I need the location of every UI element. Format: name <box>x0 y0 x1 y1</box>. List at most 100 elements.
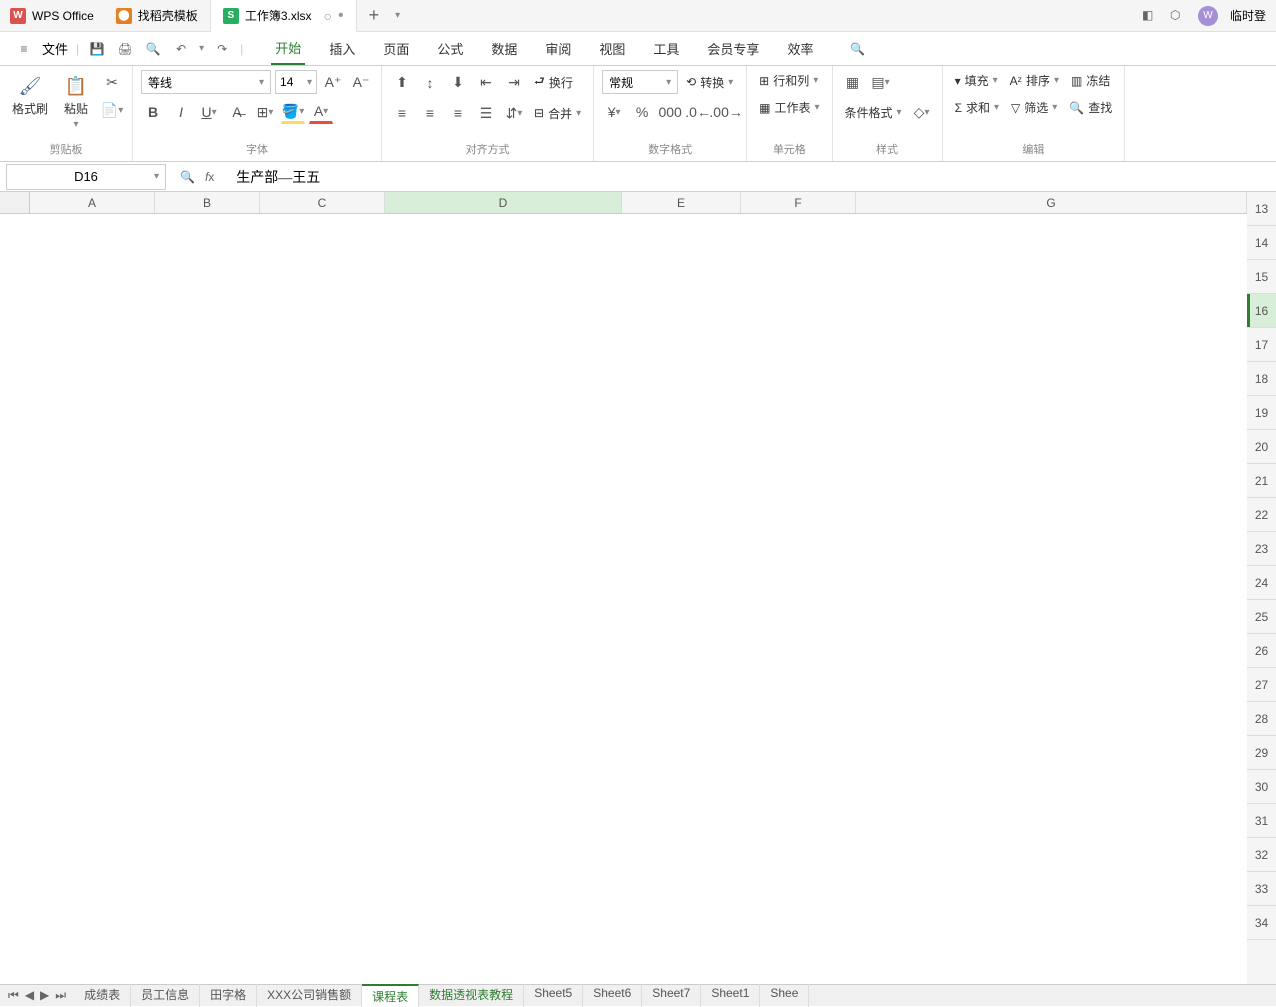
fill-button[interactable]: ▾ 填充▾ <box>951 70 1002 91</box>
menu-review[interactable]: 审阅 <box>541 33 575 64</box>
tab-menu-icon[interactable]: • <box>338 7 344 25</box>
sheet-tab[interactable]: 员工信息 <box>131 984 200 1007</box>
sheet-last-icon[interactable]: ⏭ <box>55 988 66 1003</box>
zoom-icon[interactable]: 🔍 <box>180 170 195 184</box>
merge-button[interactable]: ⊟ 合并▾ <box>530 103 585 124</box>
align-right-button[interactable]: ≡ <box>446 101 470 125</box>
col-header-B[interactable]: B <box>155 192 260 213</box>
worksheet-button[interactable]: ▦ 工作表▾ <box>755 97 823 118</box>
inc-decimal-button[interactable]: .0← <box>686 100 710 124</box>
sheet-tab[interactable]: 课程表 <box>362 984 419 1007</box>
panel-icon[interactable]: ◧ <box>1142 8 1158 24</box>
col-header-A[interactable]: A <box>30 192 155 213</box>
clear-format-button[interactable]: ◇▾ <box>910 100 934 124</box>
cell-style-button[interactable]: ▦ <box>841 70 865 94</box>
row-header-29[interactable]: 29 <box>1247 736 1276 770</box>
sheet-tab[interactable]: Sheet6 <box>583 984 642 1007</box>
undo-icon[interactable]: ↶ <box>171 39 191 59</box>
user-avatar[interactable]: W <box>1198 6 1218 26</box>
orientation-button[interactable]: ⇵▾ <box>502 101 526 125</box>
row-header-14[interactable]: 14 <box>1247 226 1276 260</box>
tab-close-icon[interactable]: ○ <box>324 8 332 24</box>
col-header-G[interactable]: G <box>856 192 1247 213</box>
select-all-corner[interactable] <box>0 192 30 214</box>
row-header-15[interactable]: 15 <box>1247 260 1276 294</box>
paste-button[interactable]: 📋 粘贴▾ <box>58 70 94 134</box>
menu-view[interactable]: 视图 <box>595 33 629 64</box>
row-header-16[interactable]: 16 <box>1247 294 1276 328</box>
fill-color-button[interactable]: 🪣▾ <box>281 100 305 124</box>
cube-icon[interactable]: ⬡ <box>1170 8 1186 24</box>
font-name-select[interactable]: 等线▾ <box>141 70 271 94</box>
menu-member[interactable]: 会员专享 <box>703 33 763 64</box>
menu-tools[interactable]: 工具 <box>649 33 683 64</box>
row-header-18[interactable]: 18 <box>1247 362 1276 396</box>
sheet-tab[interactable]: Sheet7 <box>642 984 701 1007</box>
menu-formula[interactable]: 公式 <box>433 33 467 64</box>
font-color-button[interactable]: A▾ <box>309 100 333 124</box>
row-header-26[interactable]: 26 <box>1247 634 1276 668</box>
col-header-D[interactable]: D <box>385 192 622 213</box>
cut-button[interactable]: ✂ <box>100 70 124 94</box>
font-size-select[interactable]: 14▾ <box>275 70 317 94</box>
justify-button[interactable]: ☰ <box>474 101 498 125</box>
menu-efficiency[interactable]: 效率 <box>783 33 817 64</box>
strike-button[interactable]: A̶ <box>225 100 249 124</box>
align-left-button[interactable]: ≡ <box>390 101 414 125</box>
sheet-next-icon[interactable]: ▶ <box>40 988 49 1003</box>
copy-button[interactable]: 📄▾ <box>100 98 124 122</box>
file-menu[interactable]: 文件 <box>42 39 68 58</box>
sheet-first-icon[interactable]: ⏮ <box>8 988 19 1003</box>
row-header-25[interactable]: 25 <box>1247 600 1276 634</box>
row-header-33[interactable]: 33 <box>1247 872 1276 906</box>
save-icon[interactable]: 💾 <box>87 39 107 59</box>
user-label[interactable]: 临时登 <box>1230 7 1266 24</box>
row-header-21[interactable]: 21 <box>1247 464 1276 498</box>
menu-insert[interactable]: 插入 <box>325 33 359 64</box>
table-style-button[interactable]: ▤▾ <box>869 70 893 94</box>
valign-top-button[interactable]: ⬆ <box>390 71 414 95</box>
increase-font-button[interactable]: A⁺ <box>321 70 345 94</box>
sheet-tab[interactable]: Shee <box>760 984 809 1007</box>
freeze-button[interactable]: ▥ 冻结 <box>1067 70 1114 91</box>
currency-button[interactable]: ¥▾ <box>602 100 626 124</box>
row-header-23[interactable]: 23 <box>1247 532 1276 566</box>
find-button[interactable]: 🔍 查找 <box>1065 97 1116 118</box>
sheet-tab[interactable]: 田字格 <box>200 984 257 1007</box>
cond-format-button[interactable]: 条件格式▾ <box>841 102 906 123</box>
hamburger-icon[interactable]: ≡ <box>14 39 34 59</box>
row-header-13[interactable]: 13 <box>1247 192 1276 226</box>
inc-indent-button[interactable]: ⇥ <box>502 71 526 95</box>
rowcol-button[interactable]: ⊞ 行和列▾ <box>755 70 823 91</box>
fx-icon[interactable]: fx <box>205 170 214 184</box>
row-header-28[interactable]: 28 <box>1247 702 1276 736</box>
menu-data[interactable]: 数据 <box>487 33 521 64</box>
name-box[interactable]: D16 ▾ <box>6 164 166 190</box>
underline-button[interactable]: U▾ <box>197 100 221 124</box>
sheet-tab[interactable]: 数据透视表教程 <box>419 984 524 1007</box>
row-header-17[interactable]: 17 <box>1247 328 1276 362</box>
decrease-font-button[interactable]: A⁻ <box>349 70 373 94</box>
row-header-34[interactable]: 34 <box>1247 906 1276 940</box>
number-format-select[interactable]: 常规▾ <box>602 70 678 94</box>
search-icon[interactable]: 🔍 <box>847 39 867 59</box>
sort-button[interactable]: Aᶻ 排序▾ <box>1006 70 1063 91</box>
row-header-30[interactable]: 30 <box>1247 770 1276 804</box>
valign-mid-button[interactable]: ↕ <box>418 71 442 95</box>
row-header-22[interactable]: 22 <box>1247 498 1276 532</box>
filter-button[interactable]: ▽ 筛选▾ <box>1007 97 1061 118</box>
comma-button[interactable]: 000 <box>658 100 682 124</box>
preview-icon[interactable]: 🔍 <box>143 39 163 59</box>
sheet-tab[interactable]: Sheet5 <box>524 984 583 1007</box>
tab-templates[interactable]: ⬤ 找稻壳模板 <box>104 0 211 32</box>
dec-decimal-button[interactable]: .00→ <box>714 100 738 124</box>
row-header-27[interactable]: 27 <box>1247 668 1276 702</box>
dec-indent-button[interactable]: ⇤ <box>474 71 498 95</box>
formula-input[interactable]: 生产部—王五 <box>228 167 1276 187</box>
col-header-F[interactable]: F <box>741 192 856 213</box>
align-center-button[interactable]: ≡ <box>418 101 442 125</box>
wrap-button[interactable]: ⮐ 换行 <box>530 70 577 95</box>
tab-workbook[interactable]: S 工作簿3.xlsx ○ • <box>211 0 357 32</box>
new-tab-button[interactable]: + <box>357 5 392 26</box>
print-icon[interactable]: 🖨 <box>115 39 135 59</box>
